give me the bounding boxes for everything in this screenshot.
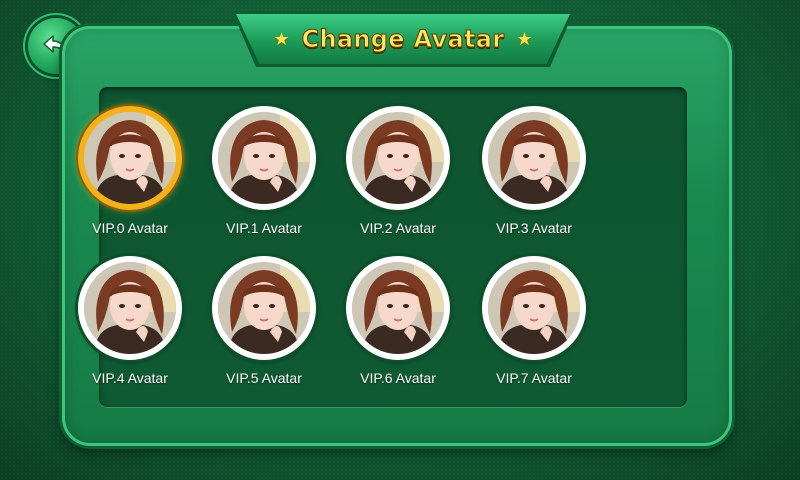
- avatar-frame: [482, 106, 586, 210]
- avatar-portrait: [84, 262, 176, 354]
- avatar-option[interactable]: VIP.1 Avatar: [199, 106, 329, 246]
- avatar-label: VIP.1 Avatar: [226, 220, 302, 236]
- avatar-portrait: [488, 112, 580, 204]
- avatar-frame: [78, 256, 182, 360]
- avatar-portrait: [352, 112, 444, 204]
- avatar-option[interactable]: VIP.3 Avatar: [469, 106, 599, 246]
- avatar-frame: [346, 256, 450, 360]
- avatar-label: VIP.4 Avatar: [92, 370, 168, 386]
- avatar-option[interactable]: VIP.6 Avatar: [333, 256, 463, 396]
- avatar-portrait: [84, 112, 176, 204]
- avatar-label: VIP.6 Avatar: [360, 370, 436, 386]
- avatar-label: VIP.2 Avatar: [360, 220, 436, 236]
- avatar-label: VIP.3 Avatar: [496, 220, 572, 236]
- avatar-label: VIP.0 Avatar: [92, 220, 168, 236]
- avatar-option[interactable]: VIP.4 Avatar: [65, 256, 195, 396]
- avatar-grid: VIP.0 Avatar VIP.1 Avatar VIP.2 Avatar VIP.…: [0, 0, 800, 480]
- avatar-portrait: [352, 262, 444, 354]
- avatar-frame-selected: [78, 106, 182, 210]
- avatar-portrait: [488, 262, 580, 354]
- avatar-portrait: [218, 112, 310, 204]
- avatar-option[interactable]: VIP.7 Avatar: [469, 256, 599, 396]
- avatar-label: VIP.7 Avatar: [496, 370, 572, 386]
- avatar-frame: [212, 106, 316, 210]
- avatar-option[interactable]: VIP.5 Avatar: [199, 256, 329, 396]
- avatar-option[interactable]: VIP.0 Avatar: [65, 106, 195, 246]
- avatar-frame: [346, 106, 450, 210]
- avatar-option[interactable]: VIP.2 Avatar: [333, 106, 463, 246]
- avatar-portrait: [218, 262, 310, 354]
- avatar-label: VIP.5 Avatar: [226, 370, 302, 386]
- avatar-frame: [212, 256, 316, 360]
- avatar-frame: [482, 256, 586, 360]
